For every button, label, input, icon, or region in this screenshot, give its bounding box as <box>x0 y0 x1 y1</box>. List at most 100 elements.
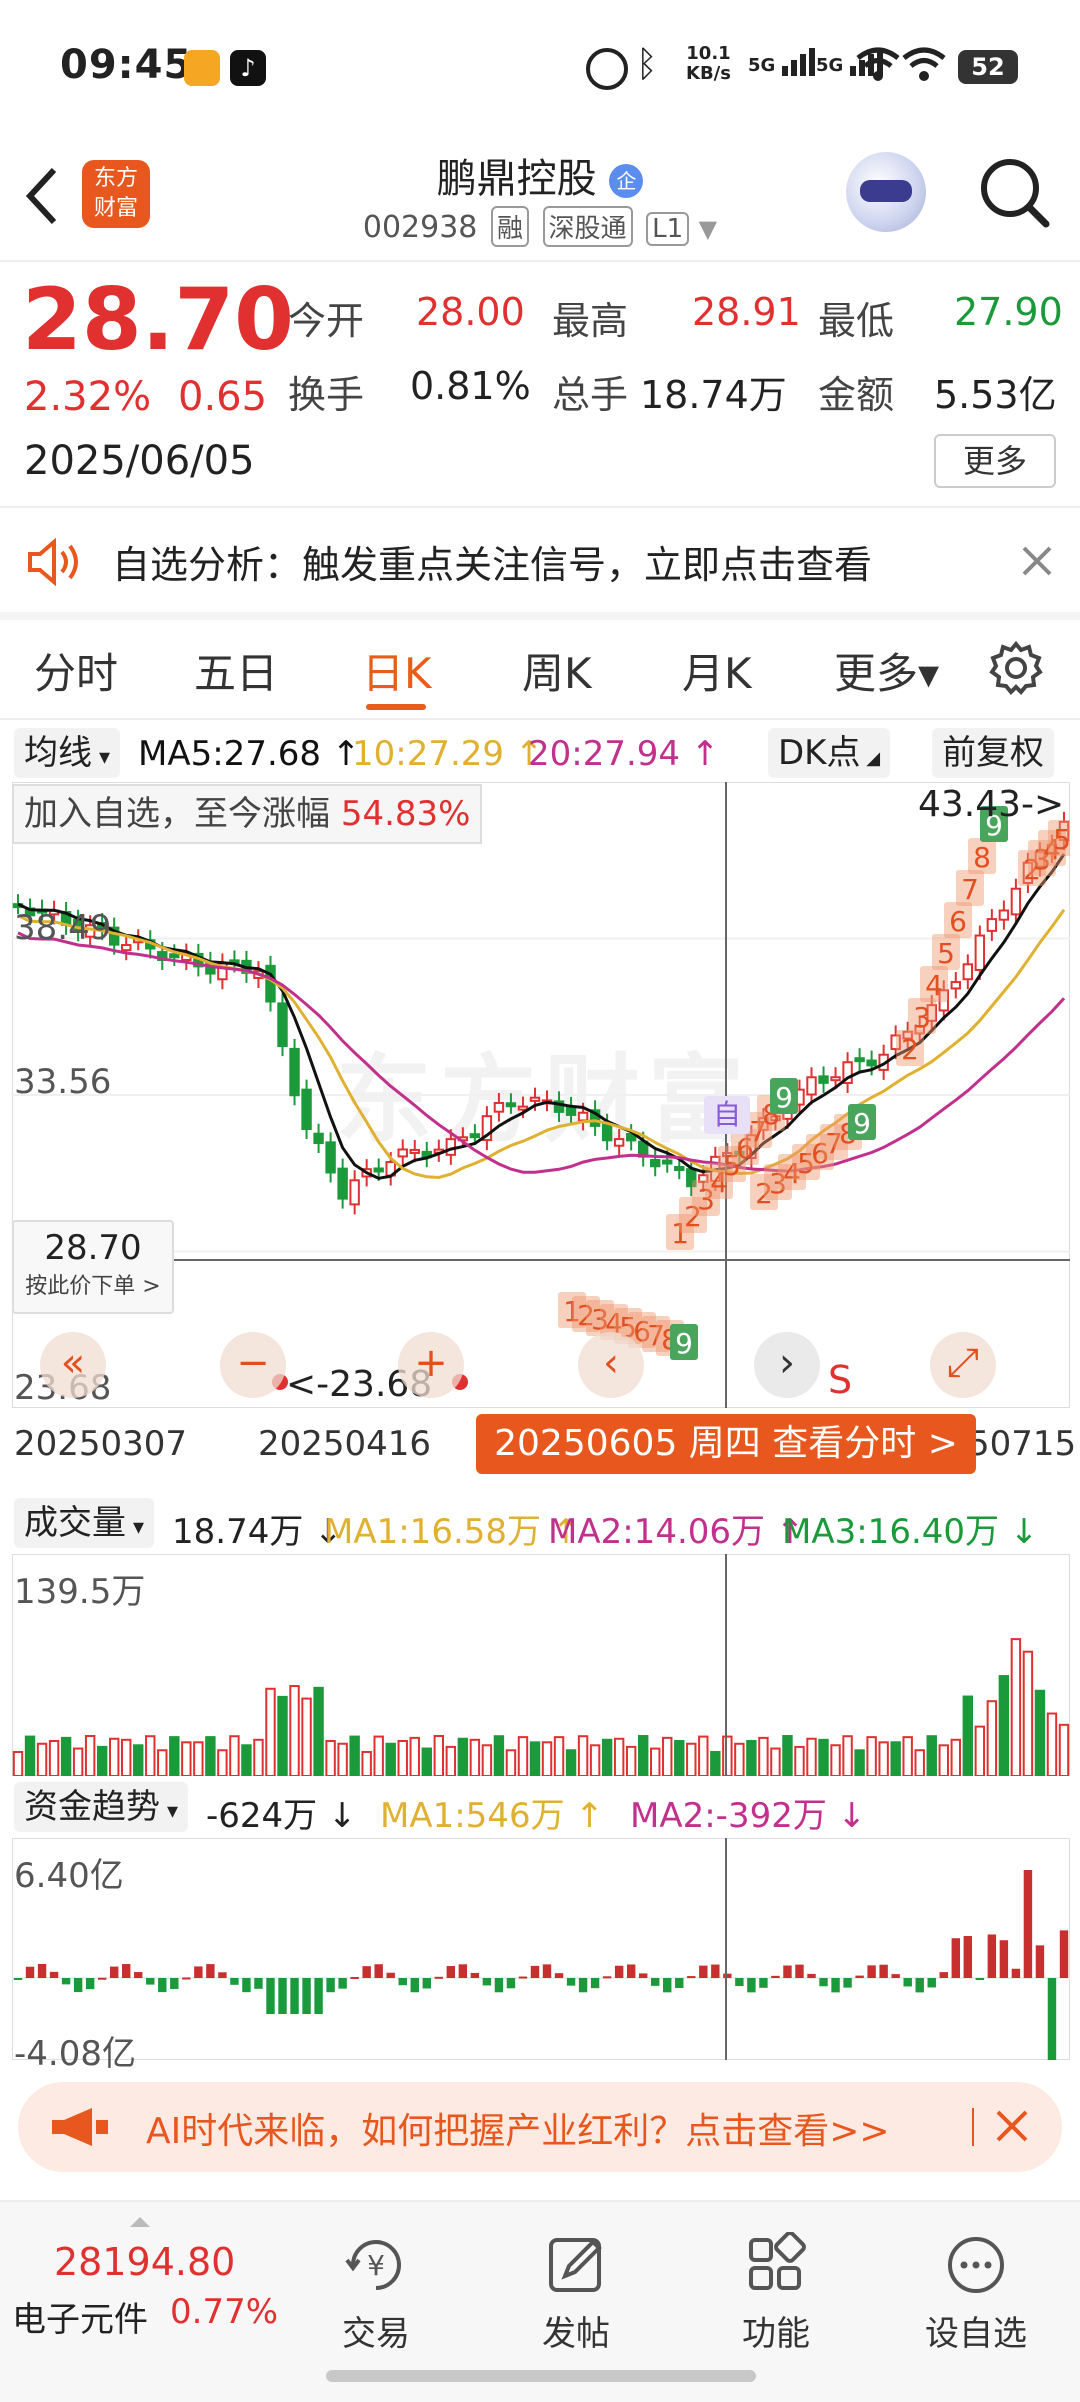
volume-bar <box>217 1749 228 1776</box>
next-day-button[interactable]: › <box>754 1332 820 1398</box>
candle <box>337 1167 348 1200</box>
dropdown-icon: ▾ <box>160 1799 179 1824</box>
settings-gear-icon[interactable] <box>988 640 1044 696</box>
net-speed-value: 10.1 <box>686 43 731 64</box>
scroll-left-button[interactable]: « <box>40 1332 106 1398</box>
last-price: 28.70 <box>22 270 295 370</box>
volume-bar <box>722 1735 733 1776</box>
kline-chart[interactable]: 东方财富 12345678912345678923456789234567892… <box>12 782 1070 1408</box>
tab-weekly-k[interactable]: 周K <box>522 640 592 701</box>
volume-bar <box>433 1735 445 1776</box>
amount-label: 金额 <box>818 373 895 417</box>
adjust-button[interactable]: 前复权 <box>932 728 1054 778</box>
more-quote-button[interactable]: 更多 <box>934 434 1056 488</box>
ad-text: AI时代来临，如何把握产业红利？点击查看>> <box>146 2111 890 2152</box>
volume-chart[interactable] <box>12 1554 1070 1776</box>
capital-bar <box>638 1973 648 1978</box>
quote-divider <box>0 506 1080 508</box>
volume-bar <box>950 1738 961 1776</box>
ad-close-icon[interactable] <box>994 2108 1030 2144</box>
volume-bar <box>686 1742 697 1776</box>
volume-bar <box>662 1736 673 1776</box>
volume-bar <box>577 1735 589 1776</box>
capital-bar <box>49 1971 59 1978</box>
capital-bar <box>999 1940 1009 1978</box>
prev-day-button[interactable]: ‹ <box>578 1332 644 1398</box>
capital-bar <box>711 1964 720 1978</box>
volume-svg <box>12 1554 1070 1776</box>
candle <box>986 918 998 932</box>
volume-bar <box>866 1736 877 1776</box>
ad-banner[interactable]: AI时代来临，如何把握产业红利？点击查看>> <box>18 2082 1062 2172</box>
nav-functions[interactable]: 功能 <box>696 2231 856 2355</box>
ma20-value: 20:27.94 ↑ <box>528 734 720 774</box>
capital-bar <box>759 1978 768 1988</box>
candle <box>325 1141 336 1174</box>
td-up-c-num: 2 <box>901 1033 919 1066</box>
tab-monthly-k[interactable]: 月K <box>682 640 752 701</box>
candle <box>854 1057 865 1063</box>
search-icon[interactable] <box>978 156 1052 230</box>
volume-bar <box>96 1745 108 1776</box>
active-tab-underline <box>366 704 426 710</box>
zoom-out-button[interactable]: − <box>220 1332 286 1398</box>
tab-daily-k[interactable]: 日K <box>362 640 432 701</box>
td-up-c-num: 8 <box>973 841 991 874</box>
index-name[interactable]: 电子元件 <box>12 2292 148 2341</box>
date-banner-button[interactable]: 20250605 周四 查看分时 > <box>476 1414 976 1474</box>
turnover-label: 换手 <box>288 373 365 417</box>
volume-indicator-select[interactable]: 成交量 ▾ <box>14 1498 155 1548</box>
indicator-select[interactable]: 均线 ▾ <box>14 728 121 778</box>
capital-bar <box>903 1978 912 1987</box>
dropdown-triangle-icon: ▼ <box>698 215 718 243</box>
candle <box>349 1179 360 1206</box>
volume-value: 18.74万 ↓ <box>172 1512 343 1552</box>
volume-bar <box>553 1736 565 1776</box>
nav-watchlist[interactable]: 设自选 <box>896 2232 1056 2355</box>
zoom-in-button[interactable]: + <box>398 1332 464 1398</box>
index-pct: 0.77% <box>170 2292 279 2332</box>
close-icon[interactable] <box>1020 544 1054 578</box>
candle <box>818 1075 829 1084</box>
capital-bar <box>398 1978 407 1986</box>
capital-frame <box>12 1838 1070 2060</box>
td-up-b-num: 9 <box>853 1107 871 1140</box>
capital-chart[interactable] <box>12 1838 1070 2060</box>
signal-bar[interactable]: 自选分析：触发重点关注信号，立即点击查看 <box>0 510 1080 612</box>
tab-intraday[interactable]: 分时 <box>34 640 118 701</box>
tab-more[interactable]: 更多▾ <box>834 640 939 701</box>
dk-point-button[interactable]: DK点 ◢ <box>768 728 891 778</box>
candle <box>301 1088 312 1131</box>
enterprise-badge: 企 <box>609 164 644 198</box>
capital-bar <box>326 1978 335 1993</box>
volume-bar <box>157 1749 168 1776</box>
volume-bar <box>36 1742 48 1776</box>
robot-avatar-icon[interactable] <box>846 152 926 232</box>
candle <box>469 1133 481 1139</box>
capital-bar <box>1023 1870 1033 1978</box>
level-tag: L1 <box>646 212 690 246</box>
capital-bar <box>651 1978 660 1986</box>
collapse-caret-icon[interactable] <box>130 2212 150 2227</box>
nav-trade[interactable]: ¥ 交易 <box>296 2232 456 2355</box>
capital-bar <box>446 1966 456 1978</box>
capital-indicator-select[interactable]: 资金趋势 ▾ <box>14 1782 189 1832</box>
stock-code: 002938 <box>362 210 478 245</box>
order-price-box[interactable]: 28.70 按此价下单 > <box>12 1220 174 1314</box>
capital-bar <box>206 1964 215 1978</box>
index-value[interactable]: 28194.80 <box>54 2240 235 2284</box>
capital-bar <box>314 1978 323 2014</box>
volume-bar <box>193 1741 204 1776</box>
nav-post[interactable]: 发帖 <box>496 2232 656 2355</box>
battery-indicator: 52 <box>958 50 1018 84</box>
volume-bar <box>313 1686 324 1776</box>
capital-bar <box>338 1978 347 1989</box>
dropdown-icon: ▾ <box>92 745 111 770</box>
fullscreen-button[interactable]: ⤢ <box>930 1332 996 1398</box>
capital-bar <box>663 1978 672 1993</box>
capital-bar <box>939 1972 948 1978</box>
candle <box>1010 887 1022 916</box>
tab-five-day[interactable]: 五日 <box>194 640 278 701</box>
volume-label: 成交量 <box>24 1503 126 1543</box>
join-watchlist-box[interactable]: 加入自选，至今涨幅 54.83% <box>12 784 483 844</box>
